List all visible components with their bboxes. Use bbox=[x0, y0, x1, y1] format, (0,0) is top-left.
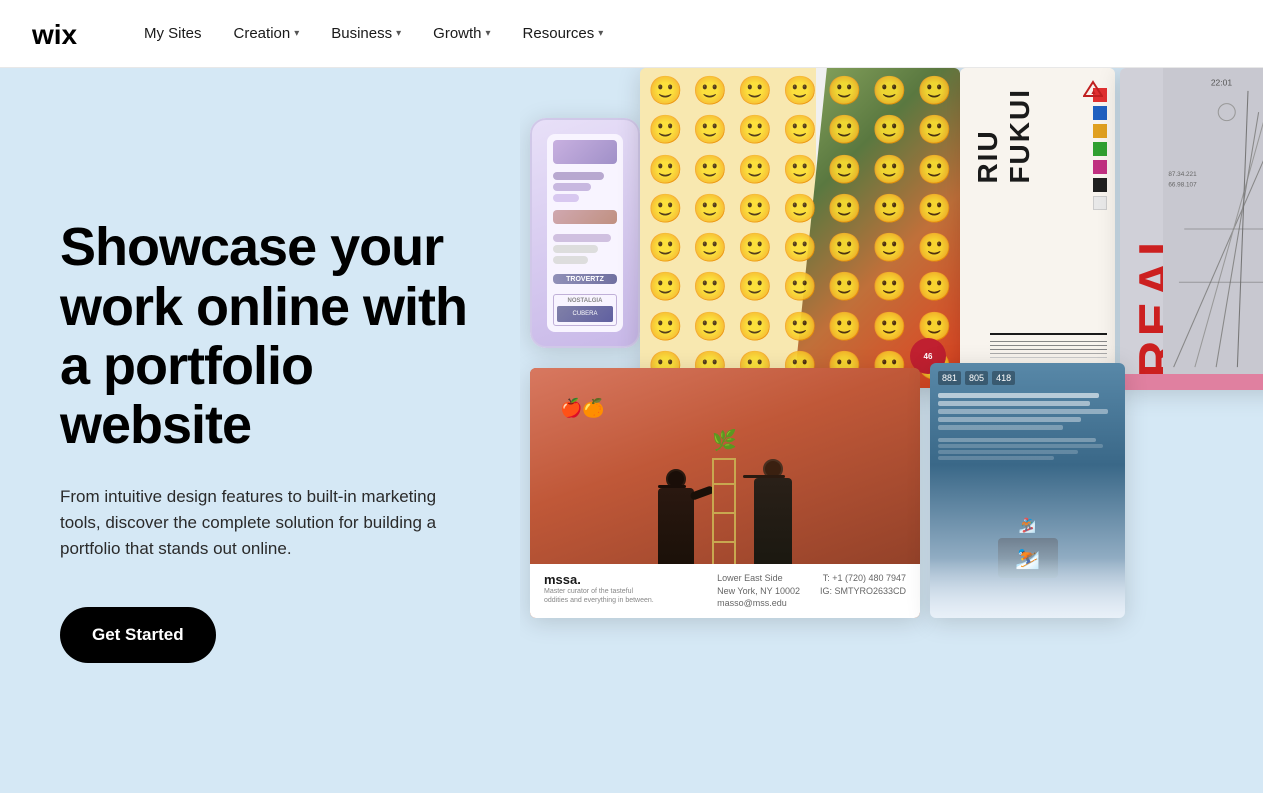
hero-subtext: From intuitive design features to built-… bbox=[60, 484, 472, 563]
wix-logo[interactable]: wix bbox=[32, 20, 90, 48]
svg-text:66.98.107: 66.98.107 bbox=[1168, 182, 1197, 189]
get-started-button[interactable]: Get Started bbox=[60, 607, 216, 663]
studio-phone: T: +1 (720) 480 7947IG: SMTYRO2633CD bbox=[820, 572, 906, 610]
riu-fukui-poster-card: RIUFUKUI bbox=[960, 68, 1115, 388]
chevron-down-icon: ▾ bbox=[598, 28, 603, 39]
chevron-down-icon: ▾ bbox=[486, 28, 491, 39]
navbar: wix My Sites Creation ▾ Business ▾ Growt… bbox=[0, 0, 1263, 68]
svg-text:wix: wix bbox=[32, 20, 78, 48]
hero-images: TROVERTZ NOSTALGIA CUBERA bbox=[520, 68, 1263, 793]
hero-section: Showcase your work online with a portfol… bbox=[0, 68, 1263, 793]
smiley-collage-card: 🙂🙂🙂🙂🙂🙂🙂 🙂🙂🙂🙂🙂🙂🙂 🙂🙂🙂🙂🙂🙂🙂 🙂🙂🙂🙂🙂🙂🙂 🙂🙂🙂🙂🙂🙂🙂 … bbox=[640, 68, 960, 388]
nav-creation[interactable]: Creation ▾ bbox=[220, 17, 314, 50]
studio-tagline: Master curator of the tastefuloddities a… bbox=[544, 587, 654, 605]
svg-text:▲: ▲ bbox=[1090, 89, 1097, 96]
chevron-down-icon: ▾ bbox=[294, 28, 299, 39]
nav-resources[interactable]: Resources ▾ bbox=[509, 17, 618, 50]
nav-business[interactable]: Business ▾ bbox=[317, 17, 415, 50]
svg-text:87.34.221: 87.34.221 bbox=[1168, 171, 1197, 178]
triangle-icon: ▲ bbox=[1083, 80, 1103, 98]
svg-text:22:01: 22:01 bbox=[1210, 78, 1232, 88]
studio-logo-text: mssa. bbox=[544, 572, 654, 587]
studio-footer: mssa. Master curator of the tastefuloddi… bbox=[530, 564, 920, 618]
riu-fukui-title: RIUFUKUI bbox=[972, 88, 1036, 184]
nav-growth[interactable]: Growth ▾ bbox=[419, 17, 504, 50]
nav-links: My Sites Creation ▾ Business ▾ Growth ▾ … bbox=[130, 17, 617, 50]
studio-photo-card: 🌿 🍎🍊 mssa. Master curator of th bbox=[530, 368, 920, 618]
phone-mockup-card: TROVERTZ NOSTALGIA CUBERA bbox=[530, 118, 640, 348]
studio-address: Lower East SideNew York, NY 10002masso@m… bbox=[717, 572, 800, 610]
hero-text-block: Showcase your work online with a portfol… bbox=[0, 68, 520, 793]
nav-my-sites[interactable]: My Sites bbox=[130, 17, 216, 50]
chevron-down-icon: ▾ bbox=[396, 28, 401, 39]
real-perdy-poster-card: REAL PERDY 22:01 87.34.221 66.98.107 bbox=[1120, 68, 1263, 390]
hero-headline: Showcase your work online with a portfol… bbox=[60, 218, 472, 456]
magazine-numbers: 881 805 418 bbox=[938, 371, 1015, 385]
magazine-card: 881 805 418 🏂 bbox=[930, 363, 1125, 618]
